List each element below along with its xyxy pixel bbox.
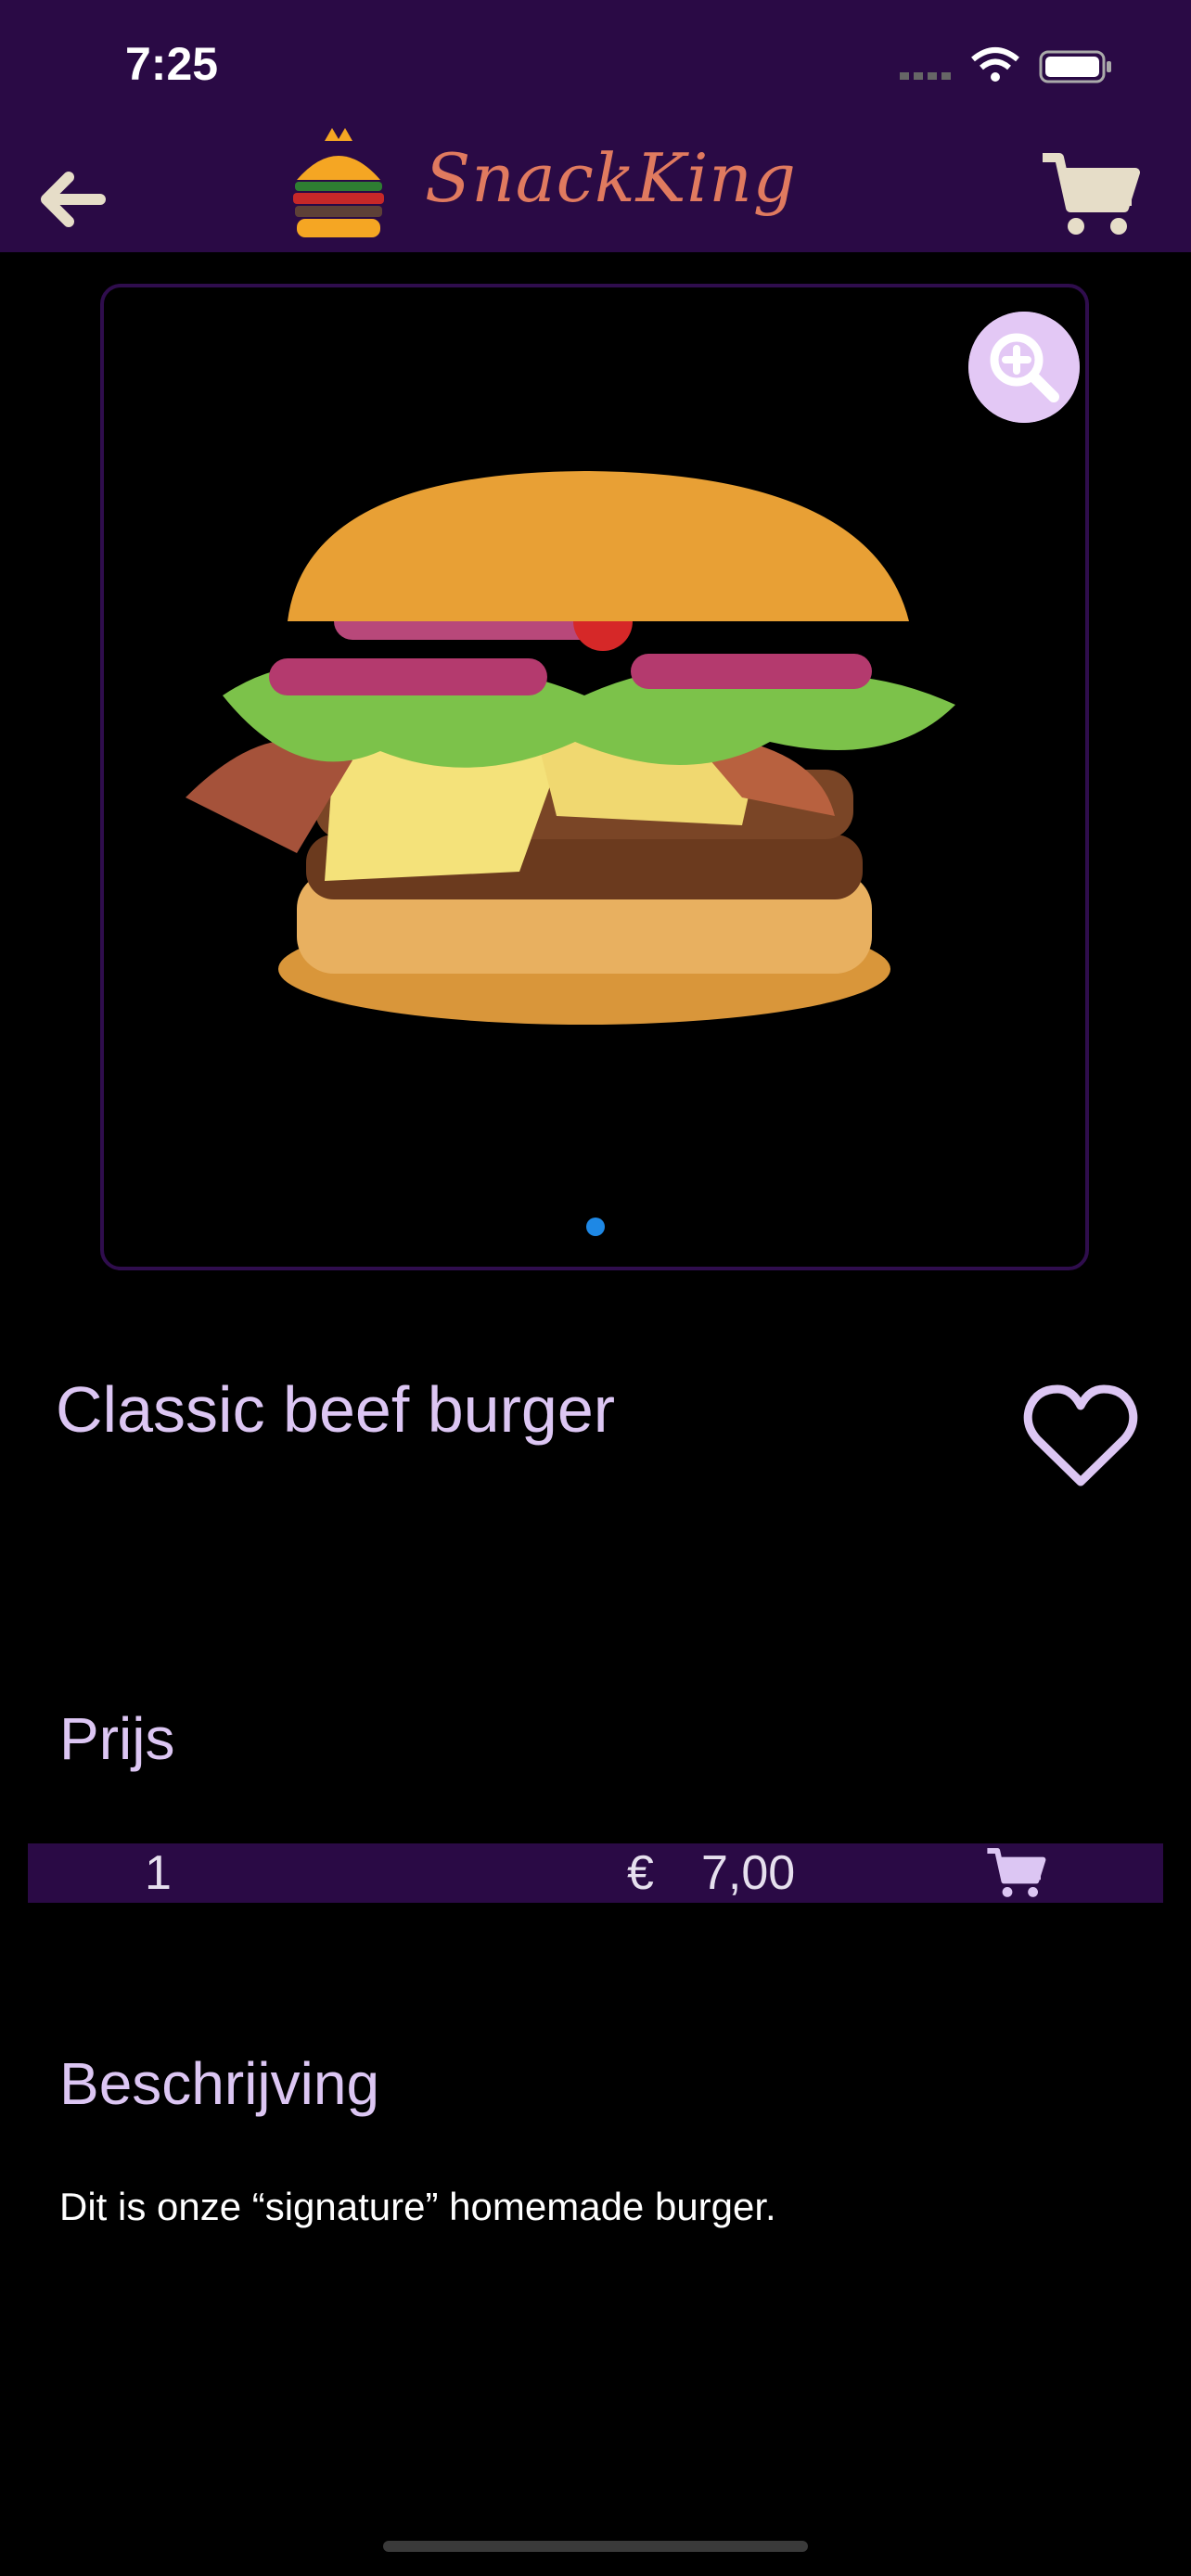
price-value: 7,00 (701, 1846, 796, 1900)
back-arrow-icon[interactable] (26, 153, 119, 246)
burger-logo-icon (293, 128, 384, 237)
brand-logo-text: SnackKing (425, 139, 797, 217)
cart-icon[interactable] (1039, 148, 1141, 241)
battery-icon (1039, 50, 1111, 83)
zoom-in-icon[interactable] (968, 312, 1080, 423)
home-indicator[interactable] (383, 2541, 808, 2552)
status-time: 7:25 (125, 38, 219, 90)
product-title: Classic beef burger (56, 1373, 616, 1446)
add-to-cart-icon[interactable] (983, 1845, 1048, 1901)
product-description: Dit is onze “signature” homemade burger. (59, 2185, 776, 2228)
currency-symbol: € (627, 1846, 654, 1900)
burger-photo (186, 471, 955, 1025)
quantity-value[interactable]: 1 (145, 1845, 172, 1901)
signal-icon (900, 72, 951, 80)
carousel-dot-active[interactable] (586, 1218, 605, 1236)
description-label: Beschrijving (59, 2050, 380, 2117)
wifi-icon (971, 47, 1019, 82)
heart-icon[interactable] (1020, 1382, 1141, 1493)
price-label: Prijs (59, 1705, 175, 1772)
